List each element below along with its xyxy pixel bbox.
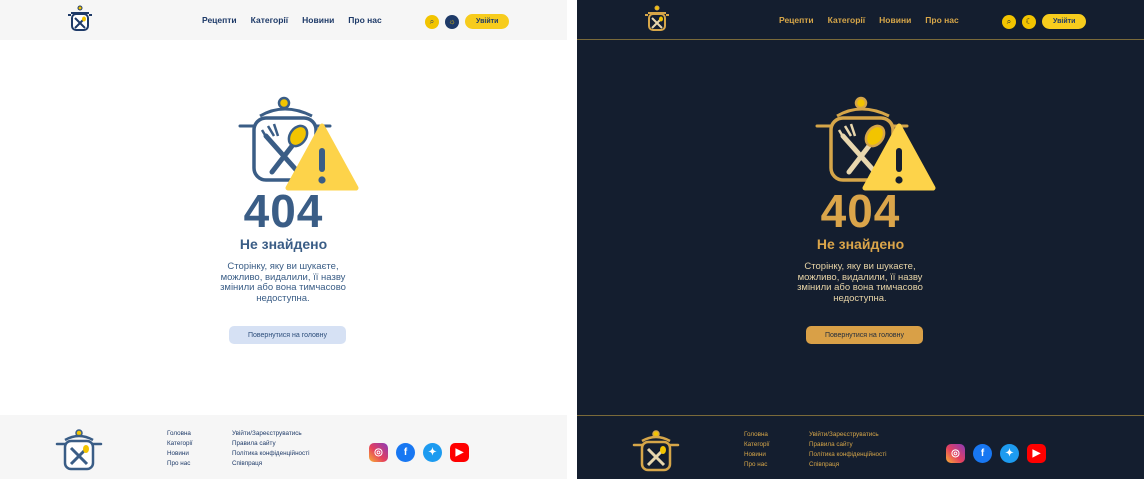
footer-links-secondary: Увійти/Зареєструватись Правила сайту Пол… xyxy=(232,429,309,469)
nav-about[interactable]: Про нас xyxy=(348,15,381,25)
nav-about[interactable]: Про нас xyxy=(925,15,958,25)
pot-warning-illustration xyxy=(815,96,936,191)
sun-icon[interactable]: ☼ xyxy=(445,14,459,29)
moon-icon[interactable]: ☾ xyxy=(1022,14,1036,29)
logo-pot-icon[interactable] xyxy=(64,4,96,36)
search-icon[interactable]: ⌕ xyxy=(1002,14,1016,29)
error-description: Сторінку, яку ви шукаєте, можливо, видал… xyxy=(220,261,346,304)
footer-link-login[interactable]: Увійти/Зареєструватись xyxy=(232,429,309,439)
youtube-icon[interactable]: ▶ xyxy=(1027,444,1046,463)
nav-recipes[interactable]: Рецепти xyxy=(202,15,237,25)
instagram-icon[interactable]: ◎ xyxy=(369,443,388,462)
nav-categories[interactable]: Категорії xyxy=(828,15,865,25)
footer-link-privacy[interactable]: Політика конфіденційності xyxy=(809,450,886,460)
error-code: 404 xyxy=(820,185,901,237)
main-nav: Рецепти Категорії Новини Про нас xyxy=(202,0,382,40)
footer-link-cooperation[interactable]: Співпраця xyxy=(232,459,309,469)
twitter-icon[interactable]: ✦ xyxy=(1000,444,1019,463)
footer-link-cooperation[interactable]: Співпраця xyxy=(809,460,886,470)
pot-warning-illustration xyxy=(238,96,359,191)
facebook-icon[interactable]: f xyxy=(973,444,992,463)
footer-link-privacy[interactable]: Політика конфіденційності xyxy=(232,449,309,459)
header: Рецепти Категорії Новини Про нас ⌕ ☼ Уві… xyxy=(0,0,567,40)
login-button[interactable]: Увійти xyxy=(465,14,510,29)
error-title: Не знайдено xyxy=(239,236,328,252)
footer-link-about[interactable]: Про нас xyxy=(167,459,193,469)
footer: Головна Категорії Новини Про нас Увійти/… xyxy=(0,415,567,479)
footer-links-main: Головна Категорії Новини Про нас xyxy=(744,430,770,470)
header-actions: ⌕ ☼ Увійти xyxy=(425,14,510,29)
login-button[interactable]: Увійти xyxy=(1042,14,1087,29)
instagram-icon[interactable]: ◎ xyxy=(946,444,965,463)
footer-link-about[interactable]: Про нас xyxy=(744,460,770,470)
logo-pot-icon[interactable] xyxy=(641,4,673,36)
footer-link-home[interactable]: Головна xyxy=(744,430,770,440)
nav-news[interactable]: Новини xyxy=(302,15,334,25)
back-home-button[interactable]: Повернутися на головну xyxy=(806,326,923,344)
search-icon[interactable]: ⌕ xyxy=(425,14,439,29)
footer-link-rules[interactable]: Правила сайту xyxy=(809,440,886,450)
nav-recipes[interactable]: Рецепти xyxy=(779,15,814,25)
nav-news[interactable]: Новини xyxy=(879,15,911,25)
footer-logo-icon[interactable] xyxy=(632,429,680,473)
error-code: 404 xyxy=(243,185,324,237)
footer: Головна Категорії Новини Про нас Увійти/… xyxy=(577,415,1144,479)
nav-categories[interactable]: Категорії xyxy=(251,15,288,25)
footer-link-categories[interactable]: Категорії xyxy=(744,440,770,450)
footer-logo-icon[interactable] xyxy=(55,428,103,472)
error-title: Не знайдено xyxy=(816,236,905,252)
footer-link-categories[interactable]: Категорії xyxy=(167,439,193,449)
header-actions: ⌕ ☾ Увійти xyxy=(1002,14,1087,29)
facebook-icon[interactable]: f xyxy=(396,443,415,462)
twitter-icon[interactable]: ✦ xyxy=(423,443,442,462)
social-links: ◎ f ✦ ▶ xyxy=(946,444,1046,463)
back-home-button[interactable]: Повернутися на головну xyxy=(229,326,346,344)
dark-theme-page: Рецепти Категорії Новини Про нас ⌕ ☾ Уві… xyxy=(577,0,1144,479)
light-theme-page: Рецепти Категорії Новини Про нас ⌕ ☼ Уві… xyxy=(0,0,567,479)
footer-links-secondary: Увійти/Зареєструватись Правила сайту Пол… xyxy=(809,430,886,470)
screenshot: Рецепти Категорії Новини Про нас ⌕ ☼ Уві… xyxy=(0,0,1144,479)
footer-link-news[interactable]: Новини xyxy=(744,450,770,460)
footer-link-news[interactable]: Новини xyxy=(167,449,193,459)
social-links: ◎ f ✦ ▶ xyxy=(369,443,469,462)
footer-link-rules[interactable]: Правила сайту xyxy=(232,439,309,449)
footer-link-home[interactable]: Головна xyxy=(167,429,193,439)
youtube-icon[interactable]: ▶ xyxy=(450,443,469,462)
footer-link-login[interactable]: Увійти/Зареєструватись xyxy=(809,430,886,440)
footer-links-main: Головна Категорії Новини Про нас xyxy=(167,429,193,469)
main-nav: Рецепти Категорії Новини Про нас xyxy=(779,0,959,40)
error-description: Сторінку, яку ви шукаєте, можливо, видал… xyxy=(797,261,923,304)
header: Рецепти Категорії Новини Про нас ⌕ ☾ Уві… xyxy=(577,0,1144,40)
